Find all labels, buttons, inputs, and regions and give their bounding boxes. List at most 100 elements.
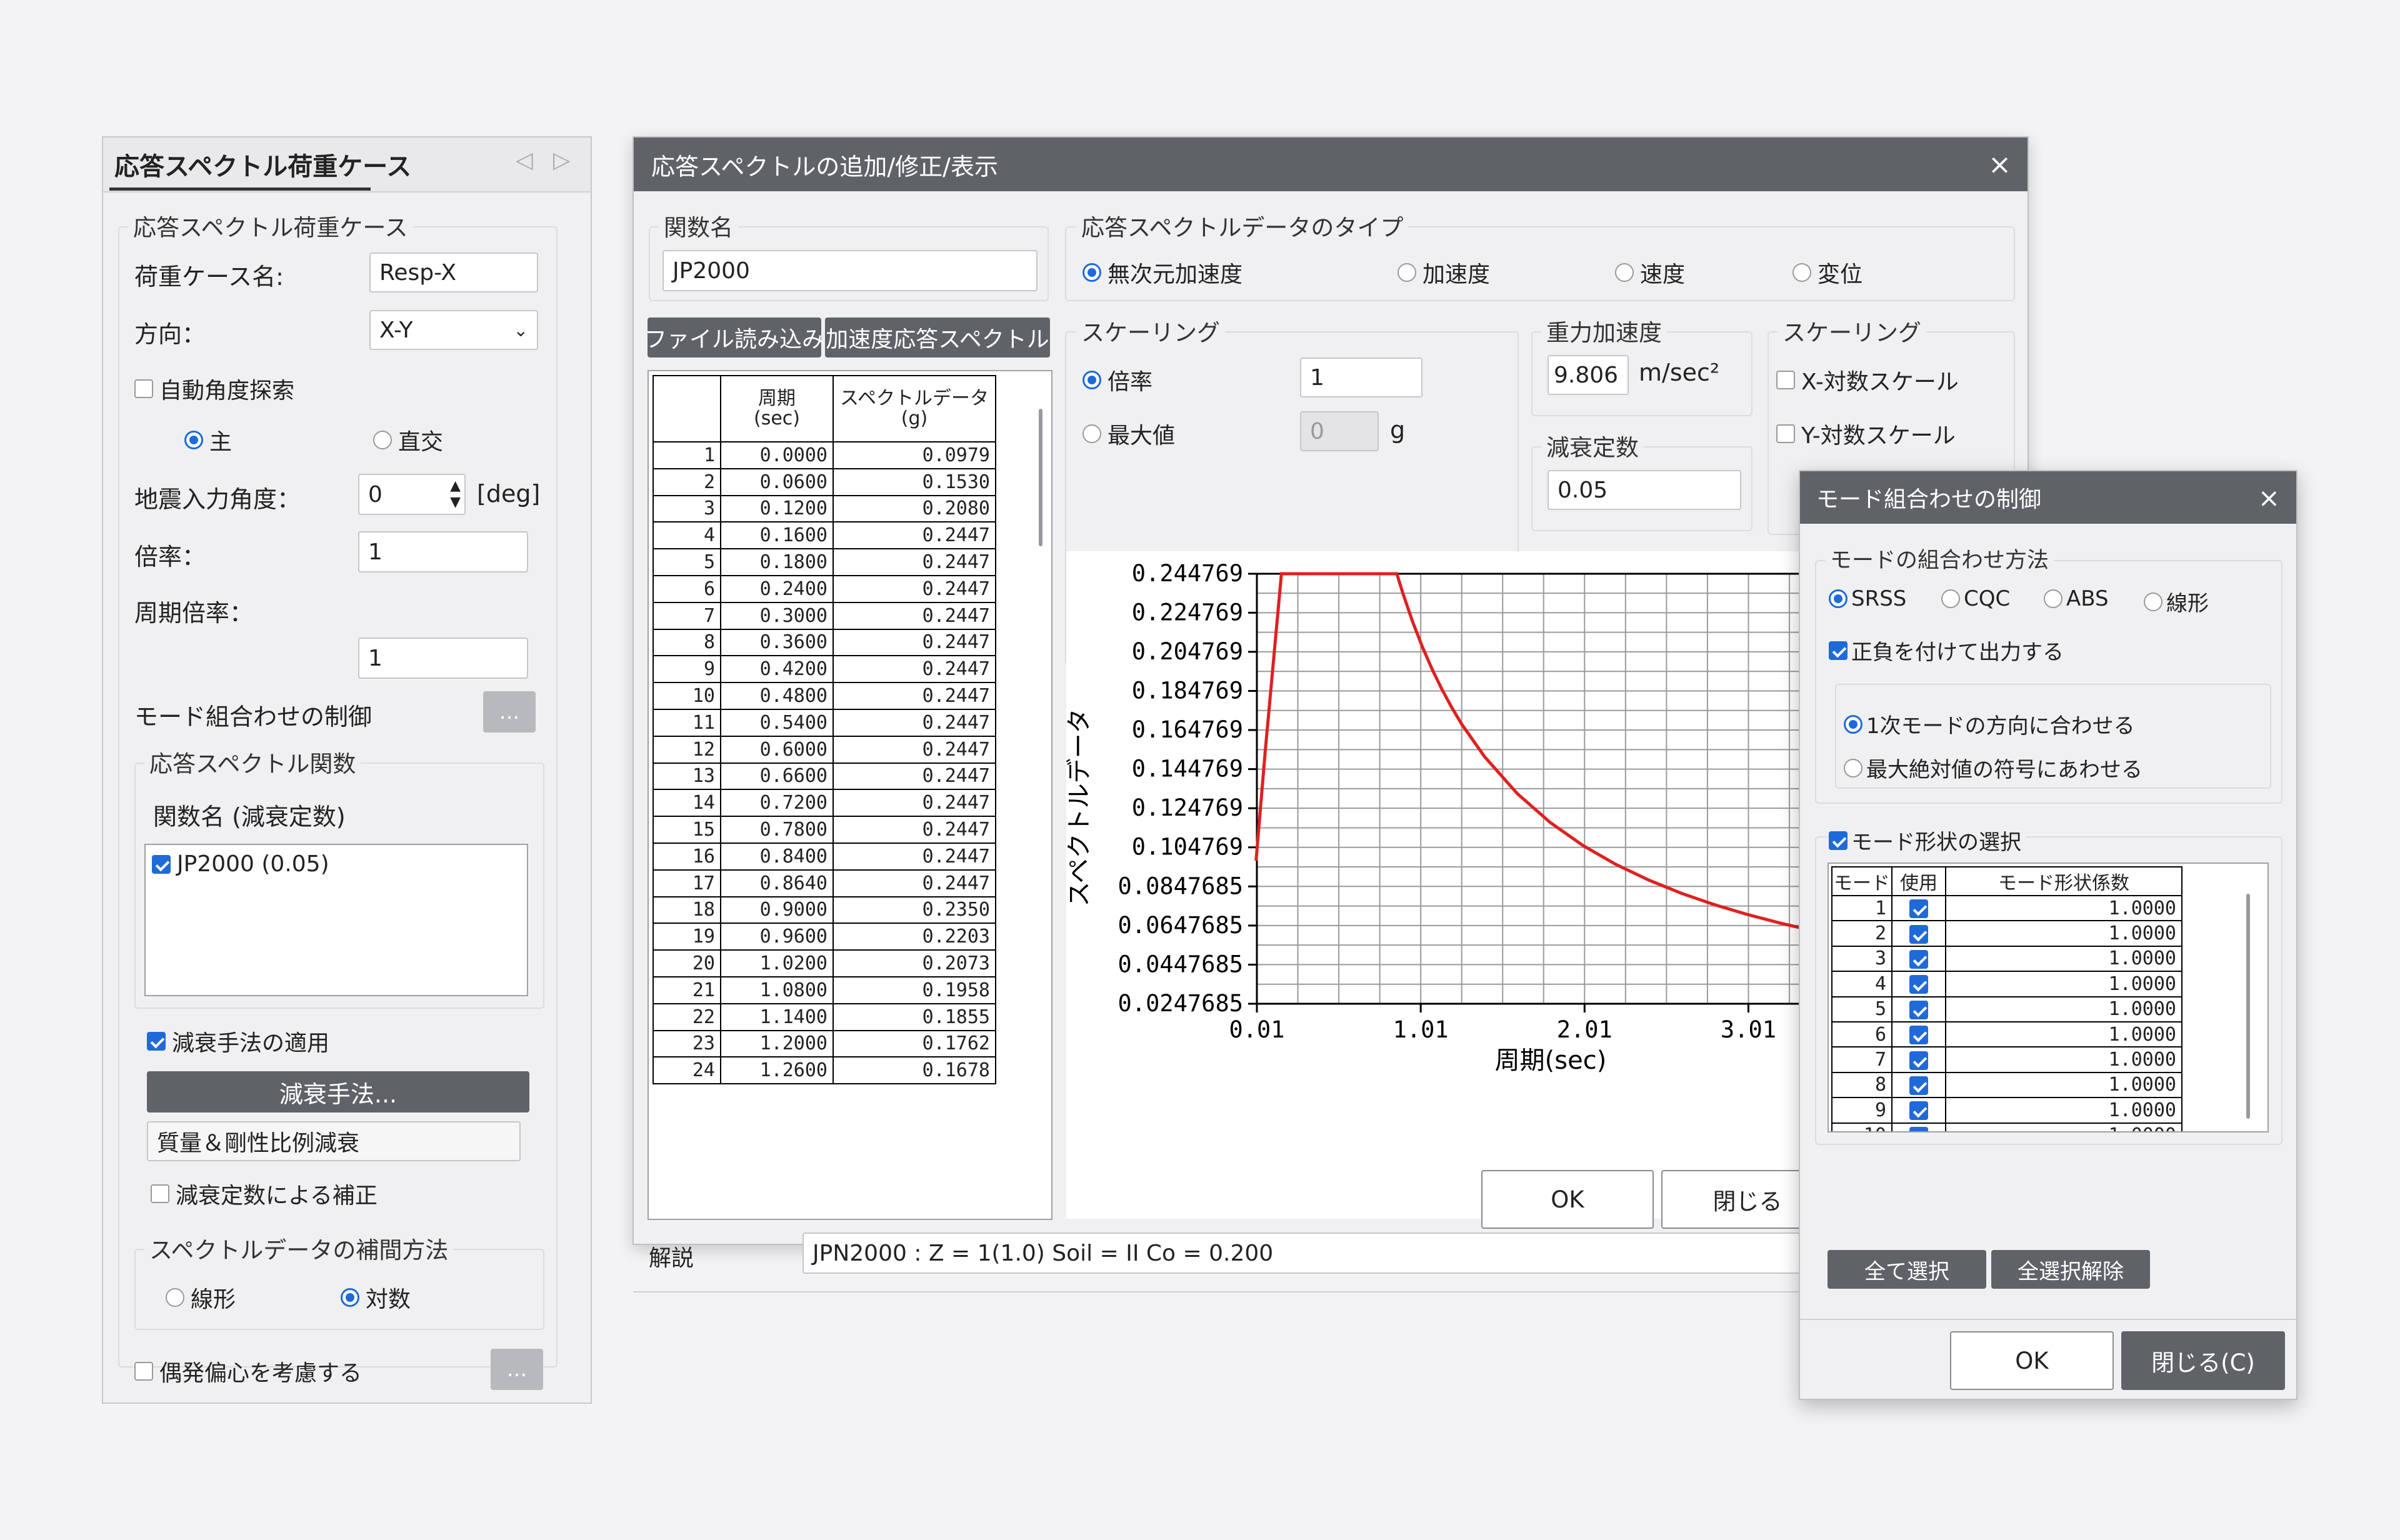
period-cell[interactable]: 0.4800: [720, 682, 834, 710]
load-case-name-input[interactable]: Resp-X: [369, 252, 538, 292]
accidental-eccentricity-button[interactable]: ...: [491, 1349, 543, 1390]
mode-use-cell[interactable]: [1891, 1046, 1946, 1073]
spectrum-cell[interactable]: 0.2350: [832, 896, 996, 924]
spectrum-cell[interactable]: 0.2447: [832, 682, 996, 710]
table-row[interactable]: 12 0.6000 0.2447: [652, 735, 996, 764]
signed-output-checkbox[interactable]: 正負を付けて出力する: [1829, 635, 2064, 666]
mode-table[interactable]: モード 使用 モード形状係数 1 1.0000 2 1.0000 3 1.0000 4 1.0…: [1831, 866, 2182, 1131]
mode-table-scrollbar[interactable]: [2246, 894, 2250, 1119]
period-cell[interactable]: 0.9000: [720, 896, 834, 924]
mode-use-checkbox[interactable]: [1909, 899, 1928, 919]
table-row[interactable]: 24 1.2600 0.1678: [652, 1056, 996, 1085]
srss-radio[interactable]: SRSS: [1829, 586, 1906, 611]
table-row[interactable]: 16 0.8400 0.2447: [652, 842, 996, 871]
period-cell[interactable]: 0.7800: [720, 816, 834, 844]
table-row[interactable]: 18 0.9000 0.2350: [652, 896, 996, 924]
function-name-input[interactable]: JP2000: [662, 250, 1038, 291]
cqc-radio[interactable]: CQC: [1941, 586, 2010, 611]
file-read-button[interactable]: ファイル読み込み: [644, 318, 824, 358]
table-scrollbar[interactable]: [1039, 409, 1042, 546]
spectrum-cell[interactable]: 0.2447: [832, 521, 996, 550]
period-cell[interactable]: 0.3000: [720, 601, 834, 630]
period-cell[interactable]: 0.2400: [720, 574, 834, 603]
mode-row[interactable]: 8 1.0000: [1831, 1071, 2182, 1099]
period-cell[interactable]: 1.1400: [720, 1002, 834, 1031]
type-dimensionless-dot[interactable]: [1082, 263, 1101, 282]
period-cell[interactable]: 0.8400: [720, 842, 834, 871]
scale-input[interactable]: 1: [358, 531, 528, 572]
spectrum-cell[interactable]: 0.2447: [832, 842, 996, 871]
x-log-checkbox[interactable]: X-対数スケール: [1776, 364, 1959, 396]
function-item-checkbox[interactable]: [152, 854, 171, 874]
y-log-box[interactable]: [1776, 424, 1795, 443]
mode-use-cell[interactable]: [1891, 920, 1946, 947]
period-cell[interactable]: 1.0200: [720, 949, 834, 978]
period-cell[interactable]: 1.2000: [720, 1029, 834, 1058]
principal-radio[interactable]: 主: [184, 424, 232, 456]
mode-row[interactable]: 6 1.0000: [1831, 1021, 2182, 1048]
mode-factor-cell[interactable]: 1.0000: [1945, 1071, 2182, 1099]
signed-output-box[interactable]: [1829, 641, 1848, 660]
auto-angle-box[interactable]: [134, 379, 153, 398]
left-panel-tab-title[interactable]: 応答スペクトル荷重ケース: [114, 146, 411, 182]
table-row[interactable]: 1 0.0000 0.0979: [652, 441, 996, 469]
table-row[interactable]: 21 1.0800 0.1958: [652, 976, 996, 1004]
function-item[interactable]: JP2000 (0.05): [152, 851, 329, 877]
mode-factor-cell[interactable]: 1.0000: [1945, 1122, 2182, 1131]
table-row[interactable]: 2 0.0600 0.1530: [652, 468, 996, 496]
principal-radio-dot[interactable]: [184, 431, 203, 449]
type-acceleration-dot[interactable]: [1398, 263, 1416, 282]
spectrum-cell[interactable]: 0.2080: [832, 494, 996, 523]
table-row[interactable]: 5 0.1800 0.2447: [652, 548, 996, 576]
mode-row[interactable]: 5 1.0000: [1831, 996, 2182, 1022]
tab-prev-icon[interactable]: ◁: [516, 148, 533, 173]
deselect-all-button[interactable]: 全選択解除: [1991, 1250, 2150, 1289]
mode-use-cell[interactable]: [1891, 996, 1946, 1022]
period-cell[interactable]: 1.2600: [720, 1056, 834, 1085]
spectrum-cell[interactable]: 0.2447: [832, 655, 996, 684]
srss-dot[interactable]: [1829, 589, 1848, 608]
table-row[interactable]: 13 0.6600 0.2447: [652, 762, 996, 791]
max-value-radio[interactable]: 最大値: [1082, 418, 1175, 450]
mode-factor-cell[interactable]: 1.0000: [1945, 996, 2182, 1022]
mode-row[interactable]: 4 1.0000: [1831, 971, 2182, 998]
orthogonal-radio[interactable]: 直交: [373, 424, 443, 456]
period-cell[interactable]: 0.6600: [720, 762, 834, 791]
mode-use-cell[interactable]: [1891, 1071, 1946, 1099]
mode-use-checkbox[interactable]: [1909, 949, 1928, 969]
sign-max-abs-radio[interactable]: 最大絶対値の符号にあわせる: [1844, 752, 2142, 783]
accel-spectrum-button[interactable]: 加速度応答スペクトル: [825, 318, 1050, 358]
abs-dot[interactable]: [2044, 589, 2062, 608]
y-log-checkbox[interactable]: Y-対数スケール: [1776, 418, 1956, 450]
spectrum-cell[interactable]: 0.2447: [832, 548, 996, 576]
table-row[interactable]: 11 0.5400 0.2447: [652, 708, 996, 737]
linear-dot[interactable]: [2144, 592, 2162, 611]
abs-radio[interactable]: ABS: [2044, 586, 2109, 611]
damping-constant-input[interactable]: 0.05: [1548, 470, 1741, 510]
cqc-dot[interactable]: [1941, 589, 1960, 608]
type-acceleration-radio[interactable]: 加速度: [1398, 256, 1490, 289]
damping-method-button[interactable]: 減衰手法...: [147, 1071, 529, 1112]
mode-use-checkbox[interactable]: [1909, 975, 1928, 994]
max-value-input[interactable]: 0: [1300, 411, 1379, 451]
close-icon[interactable]: ×: [1988, 149, 2011, 181]
gravity-input[interactable]: 9.806: [1548, 355, 1629, 395]
mode-row[interactable]: 1 1.0000: [1831, 894, 2182, 922]
sign-first-mode-radio[interactable]: 1次モードの方向に合わせる: [1844, 709, 2135, 739]
table-row[interactable]: 15 0.7800 0.2447: [652, 816, 996, 844]
mode-use-checkbox[interactable]: [1909, 1076, 1928, 1095]
function-list[interactable]: JP2000 (0.05): [144, 844, 528, 996]
accidental-eccentricity-box[interactable]: [134, 1362, 153, 1381]
mode-use-checkbox[interactable]: [1909, 1051, 1928, 1070]
spectrum-cell[interactable]: 0.2447: [832, 574, 996, 603]
mode-shape-select-box[interactable]: [1829, 831, 1848, 850]
period-cell[interactable]: 0.1800: [720, 548, 834, 576]
spectrum-table[interactable]: 周期 (sec) スペクトルデータ (g) 1 0.0000 0.0979 2 0.06…: [652, 375, 996, 1085]
scale-factor-dot[interactable]: [1082, 371, 1101, 389]
accidental-eccentricity-checkbox[interactable]: 偶発偏心を考慮する: [134, 1355, 362, 1388]
table-row[interactable]: 17 0.8640 0.2447: [652, 869, 996, 898]
mode-use-checkbox[interactable]: [1909, 1101, 1928, 1121]
sign-first-mode-dot[interactable]: [1844, 714, 1862, 734]
scale-factor-radio[interactable]: 倍率: [1082, 364, 1152, 396]
spectrum-cell[interactable]: 0.2447: [832, 762, 996, 791]
